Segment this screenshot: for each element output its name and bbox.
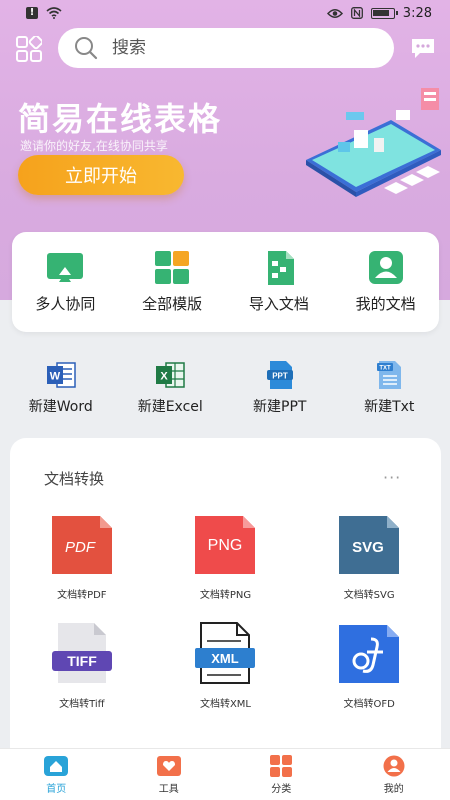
message-icon[interactable] — [410, 37, 436, 59]
svg-text:PDF: PDF — [65, 539, 96, 556]
more-options-icon[interactable]: ··· — [383, 468, 401, 487]
eye-icon — [326, 8, 343, 18]
start-now-button[interactable]: 立即开始 — [18, 155, 184, 195]
search-input[interactable] — [112, 38, 372, 58]
tools-icon — [156, 755, 181, 776]
convert-ofd-item[interactable]: 文档转OFD — [297, 621, 441, 710]
svg-text:TIFF: TIFF — [67, 653, 97, 669]
quick-label: 全部模版 — [142, 294, 203, 313]
conversion-label: 文档转PNG — [199, 590, 252, 601]
quick-label: 多人协同 — [35, 294, 96, 313]
tab-profile[interactable]: 我的 — [349, 755, 439, 795]
banner-subtitle: 邀请你的好友,在线协同共享 — [20, 139, 168, 153]
my-doc-icon — [368, 250, 403, 284]
convert-png-item[interactable]: PNG 文档转PNG — [154, 512, 298, 601]
ofd-file-icon — [339, 625, 400, 683]
nfc-icon — [350, 7, 363, 19]
quick-label: 我的文档 — [355, 294, 416, 313]
svg-text:XML: XML — [212, 651, 240, 666]
new-document-row: W 新建Word X 新建Excel PPT 新建PPT TXT 新建Txt — [0, 360, 450, 426]
svg-text:PPT: PPT — [272, 371, 288, 380]
apps-grid-icon[interactable] — [16, 36, 42, 62]
txt-icon: TXT — [377, 361, 402, 389]
quick-item-my-docs[interactable]: 我的文档 — [336, 250, 436, 314]
conversion-title: 文档转换 — [44, 470, 105, 488]
new-word-button[interactable]: W 新建Word — [6, 360, 116, 426]
tab-category[interactable]: 分类 — [236, 754, 326, 795]
new-label: 新建PPT — [253, 399, 307, 415]
category-icon — [270, 754, 293, 777]
quick-item-import[interactable]: 导入文档 — [229, 250, 329, 314]
conversion-label: 文档转OFD — [343, 699, 395, 710]
tab-tools[interactable]: 工具 — [124, 755, 214, 795]
ppt-icon: PPT — [266, 361, 293, 389]
conversion-label: 文档转PDF — [57, 590, 107, 601]
new-label: 新建Txt — [364, 399, 415, 415]
new-ppt-button[interactable]: PPT 新建PPT — [225, 360, 335, 426]
svg-text:PNG: PNG — [208, 537, 243, 554]
svg-text:SVG: SVG — [352, 539, 384, 556]
quick-item-collaboration[interactable]: 多人协同 — [15, 251, 115, 314]
new-excel-button[interactable]: X 新建Excel — [116, 360, 226, 426]
quick-item-templates[interactable]: 全部模版 — [122, 250, 222, 314]
quick-actions-card: 多人协同 全部模版 导入文档 我的文档 — [12, 232, 439, 332]
tab-home[interactable]: 首页 — [11, 755, 101, 795]
conversion-label: 文档转SVG — [343, 590, 395, 601]
quick-label: 导入文档 — [248, 294, 309, 313]
wifi-icon — [46, 7, 62, 19]
alert-icon: ! — [26, 7, 38, 19]
collaboration-illustration-icon — [306, 88, 441, 197]
svg-text:TXT: TXT — [380, 366, 392, 372]
new-label: 新建Word — [28, 399, 93, 415]
word-icon: W — [46, 362, 76, 388]
convert-tiff-item[interactable]: TIFF 文档转Tiff — [10, 621, 154, 710]
convert-pdf-item[interactable]: PDF 文档转PDF — [10, 512, 154, 601]
pdf-file-icon: PDF — [51, 516, 112, 574]
battery-icon — [370, 7, 398, 19]
monitor-icon — [47, 252, 84, 282]
banner-title: 简易在线表格 — [18, 100, 223, 138]
conversion-grid: PDF 文档转PDF PNG 文档转PNG SVG 文档转SVG TIFF 文档… — [10, 512, 441, 710]
convert-svg-item[interactable]: SVG 文档转SVG — [297, 512, 441, 601]
status-time: 3:28 — [402, 5, 432, 21]
new-label: 新建Excel — [137, 399, 203, 415]
svg-file-icon: SVG — [339, 516, 400, 574]
tiff-file-icon: TIFF — [51, 623, 112, 683]
tab-label: 工具 — [158, 783, 179, 795]
tab-label: 分类 — [271, 783, 292, 795]
excel-icon: X — [156, 362, 185, 388]
home-icon — [44, 755, 69, 776]
import-sheet-icon — [267, 250, 294, 285]
header-row — [0, 28, 450, 68]
svg-text:X: X — [161, 371, 169, 383]
png-file-icon: PNG — [195, 516, 256, 574]
templates-grid-icon — [155, 250, 190, 284]
conversion-label: 文档转XML — [199, 699, 252, 710]
xml-file-icon: XML — [195, 622, 256, 684]
svg-text:W: W — [50, 371, 61, 383]
status-bar: ! 3:28 — [0, 0, 450, 26]
document-conversion-card: 文档转换 ··· PDF 文档转PDF PNG 文档转PNG SVG 文档转SV… — [10, 438, 441, 750]
new-txt-button[interactable]: TXT 新建Txt — [335, 360, 445, 426]
search-icon — [75, 37, 98, 60]
tab-label: 我的 — [383, 783, 404, 795]
tab-label: 首页 — [46, 783, 67, 795]
bottom-tab-bar: 首页 工具 分类 我的 — [0, 748, 450, 800]
profile-icon — [383, 755, 405, 776]
conversion-label: 文档转Tiff — [59, 699, 105, 710]
search-bar[interactable] — [58, 28, 394, 68]
convert-xml-item[interactable]: XML 文档转XML — [154, 621, 298, 710]
